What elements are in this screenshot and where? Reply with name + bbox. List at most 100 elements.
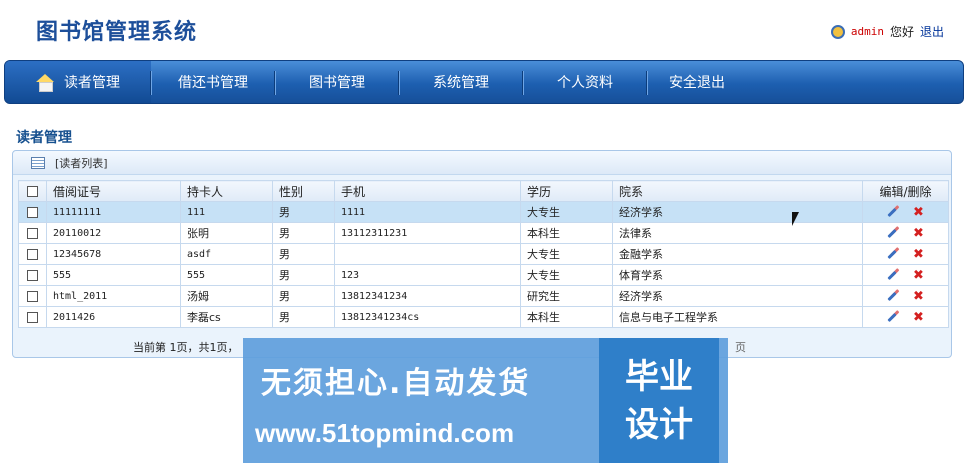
nav-item-book-management[interactable]: 图书管理: [275, 61, 399, 103]
nav-item-reader-management[interactable]: 读者管理: [5, 61, 151, 103]
department-cell: 经济学系: [612, 285, 863, 307]
row-checkbox-cell[interactable]: [18, 243, 47, 265]
nav-item-borrow-return[interactable]: 借还书管理: [151, 61, 275, 103]
mouse-cursor-icon: [792, 212, 799, 226]
app-title: 图书馆管理系统: [36, 19, 198, 45]
nav-item-label: 个人资料: [557, 75, 613, 91]
row-checkbox[interactable]: [27, 270, 38, 281]
delete-icon[interactable]: ✖: [913, 289, 924, 304]
edit-icon[interactable]: [887, 312, 897, 322]
table-row[interactable]: 11111111 111 男 1111 大专生 经济学系 ✖: [18, 201, 949, 223]
phone-cell: 13812341234: [334, 285, 521, 307]
reader-table: 借阅证号 持卡人 性别 手机 学历 院系 编辑/删除 11111111 111 …: [18, 180, 949, 328]
department-cell: 法律系: [612, 222, 863, 244]
gender-cell: 男: [272, 222, 335, 244]
table-row[interactable]: 555 555 男 123 大专生 体育学系 ✖: [18, 264, 949, 286]
nav-item-safe-exit[interactable]: 安全退出: [647, 61, 747, 103]
card-no-cell: html_2011: [46, 285, 181, 307]
actions-cell: ✖: [862, 306, 949, 328]
card-no-cell: 2011426: [46, 306, 181, 328]
holder-cell: 张明: [180, 222, 273, 244]
nav-item-label: 安全退出: [669, 75, 725, 91]
panel-label: [读者列表]: [55, 156, 108, 170]
edit-icon[interactable]: [887, 207, 897, 217]
pager-tail: 页: [735, 341, 746, 354]
row-checkbox-cell[interactable]: [18, 306, 47, 328]
gender-cell: 男: [272, 243, 335, 265]
row-checkbox[interactable]: [27, 207, 38, 218]
column-header: 编辑/删除: [862, 180, 949, 202]
watermark-banner: 无须担心.自动发货 www.51topmind.com 毕业 设计: [243, 338, 728, 463]
row-checkbox[interactable]: [27, 291, 38, 302]
education-cell: 本科生: [520, 222, 613, 244]
edit-icon[interactable]: [887, 228, 897, 238]
greeting-text: 您好: [889, 25, 914, 39]
header: 图书馆管理系统 admin 您好 退出: [0, 0, 972, 60]
card-no-cell: 11111111: [46, 201, 181, 223]
phone-cell: 13812341234cs: [334, 306, 521, 328]
phone-cell: [334, 243, 521, 265]
holder-cell: 汤姆: [180, 285, 273, 307]
table-row[interactable]: html_2011 汤姆 男 13812341234 研究生 经济学系 ✖: [18, 285, 949, 307]
nav-item-label: 系统管理: [433, 75, 489, 91]
actions-cell: ✖: [862, 264, 949, 286]
user-icon: [830, 24, 845, 39]
gender-cell: 男: [272, 306, 335, 328]
holder-cell: 555: [180, 264, 273, 286]
edit-icon[interactable]: [887, 291, 897, 301]
edit-icon[interactable]: [887, 270, 897, 280]
delete-icon[interactable]: ✖: [913, 226, 924, 241]
pager-text: 当前第 1页，共1页，: [133, 341, 239, 354]
education-cell: 本科生: [520, 306, 613, 328]
home-icon: [36, 74, 54, 92]
department-cell: 体育学系: [612, 264, 863, 286]
card-no-cell: 12345678: [46, 243, 181, 265]
logout-link[interactable]: 退出: [920, 23, 944, 40]
actions-cell: ✖: [862, 222, 949, 244]
actions-cell: ✖: [862, 285, 949, 307]
nav-item-label: 借还书管理: [178, 75, 248, 91]
row-checkbox[interactable]: [27, 228, 38, 239]
list-icon: [31, 156, 45, 169]
select-all-checkbox-cell[interactable]: [18, 180, 47, 202]
watermark-badge: 毕业 设计: [599, 338, 719, 463]
watermark-url: www.51topmind.com: [255, 418, 515, 448]
select-all-checkbox[interactable]: [27, 186, 38, 197]
nav-item-label: 图书管理: [309, 75, 365, 91]
delete-icon[interactable]: ✖: [913, 310, 924, 325]
card-no-cell: 20110012: [46, 222, 181, 244]
delete-icon[interactable]: ✖: [913, 205, 924, 220]
delete-icon[interactable]: ✖: [913, 247, 924, 262]
row-checkbox-cell[interactable]: [18, 222, 47, 244]
row-checkbox[interactable]: [27, 312, 38, 323]
delete-icon[interactable]: ✖: [913, 268, 924, 283]
nav-item-profile[interactable]: 个人资料: [523, 61, 647, 103]
column-header: 学历: [520, 180, 613, 202]
holder-cell: 111: [180, 201, 273, 223]
table-row[interactable]: 2011426 李磊cs 男 13812341234cs 本科生 信息与电子工程…: [18, 306, 949, 328]
nav-item-label: 读者管理: [64, 75, 120, 91]
user-name: admin: [850, 25, 884, 38]
row-checkbox-cell[interactable]: [18, 201, 47, 223]
phone-cell: 123: [334, 264, 521, 286]
row-checkbox-cell[interactable]: [18, 264, 47, 286]
actions-cell: ✖: [862, 243, 949, 265]
table-row[interactable]: 12345678 asdf 男 大专生 金融学系 ✖: [18, 243, 949, 265]
row-checkbox-cell[interactable]: [18, 285, 47, 307]
row-checkbox[interactable]: [27, 249, 38, 260]
column-header: 借阅证号: [46, 180, 181, 202]
user-area: admin 您好 退出: [830, 23, 944, 40]
column-header: 持卡人: [180, 180, 273, 202]
nav-item-system-management[interactable]: 系统管理: [399, 61, 523, 103]
table-row[interactable]: 20110012 张明 男 13112311231 本科生 法律系 ✖: [18, 222, 949, 244]
department-cell: 经济学系: [612, 201, 863, 223]
column-header: 院系: [612, 180, 863, 202]
holder-cell: 李磊cs: [180, 306, 273, 328]
column-header: 性别: [272, 180, 335, 202]
reader-list-panel: [读者列表] 借阅证号 持卡人 性别 手机 学历 院系 编辑/删除 111111…: [12, 150, 952, 358]
main-nav: 读者管理 借还书管理 图书管理 系统管理 个人资料 安全退出: [4, 60, 964, 104]
edit-icon[interactable]: [887, 249, 897, 259]
card-no-cell: 555: [46, 264, 181, 286]
watermark-badge-line: 设计: [625, 404, 693, 445]
education-cell: 大专生: [520, 201, 613, 223]
